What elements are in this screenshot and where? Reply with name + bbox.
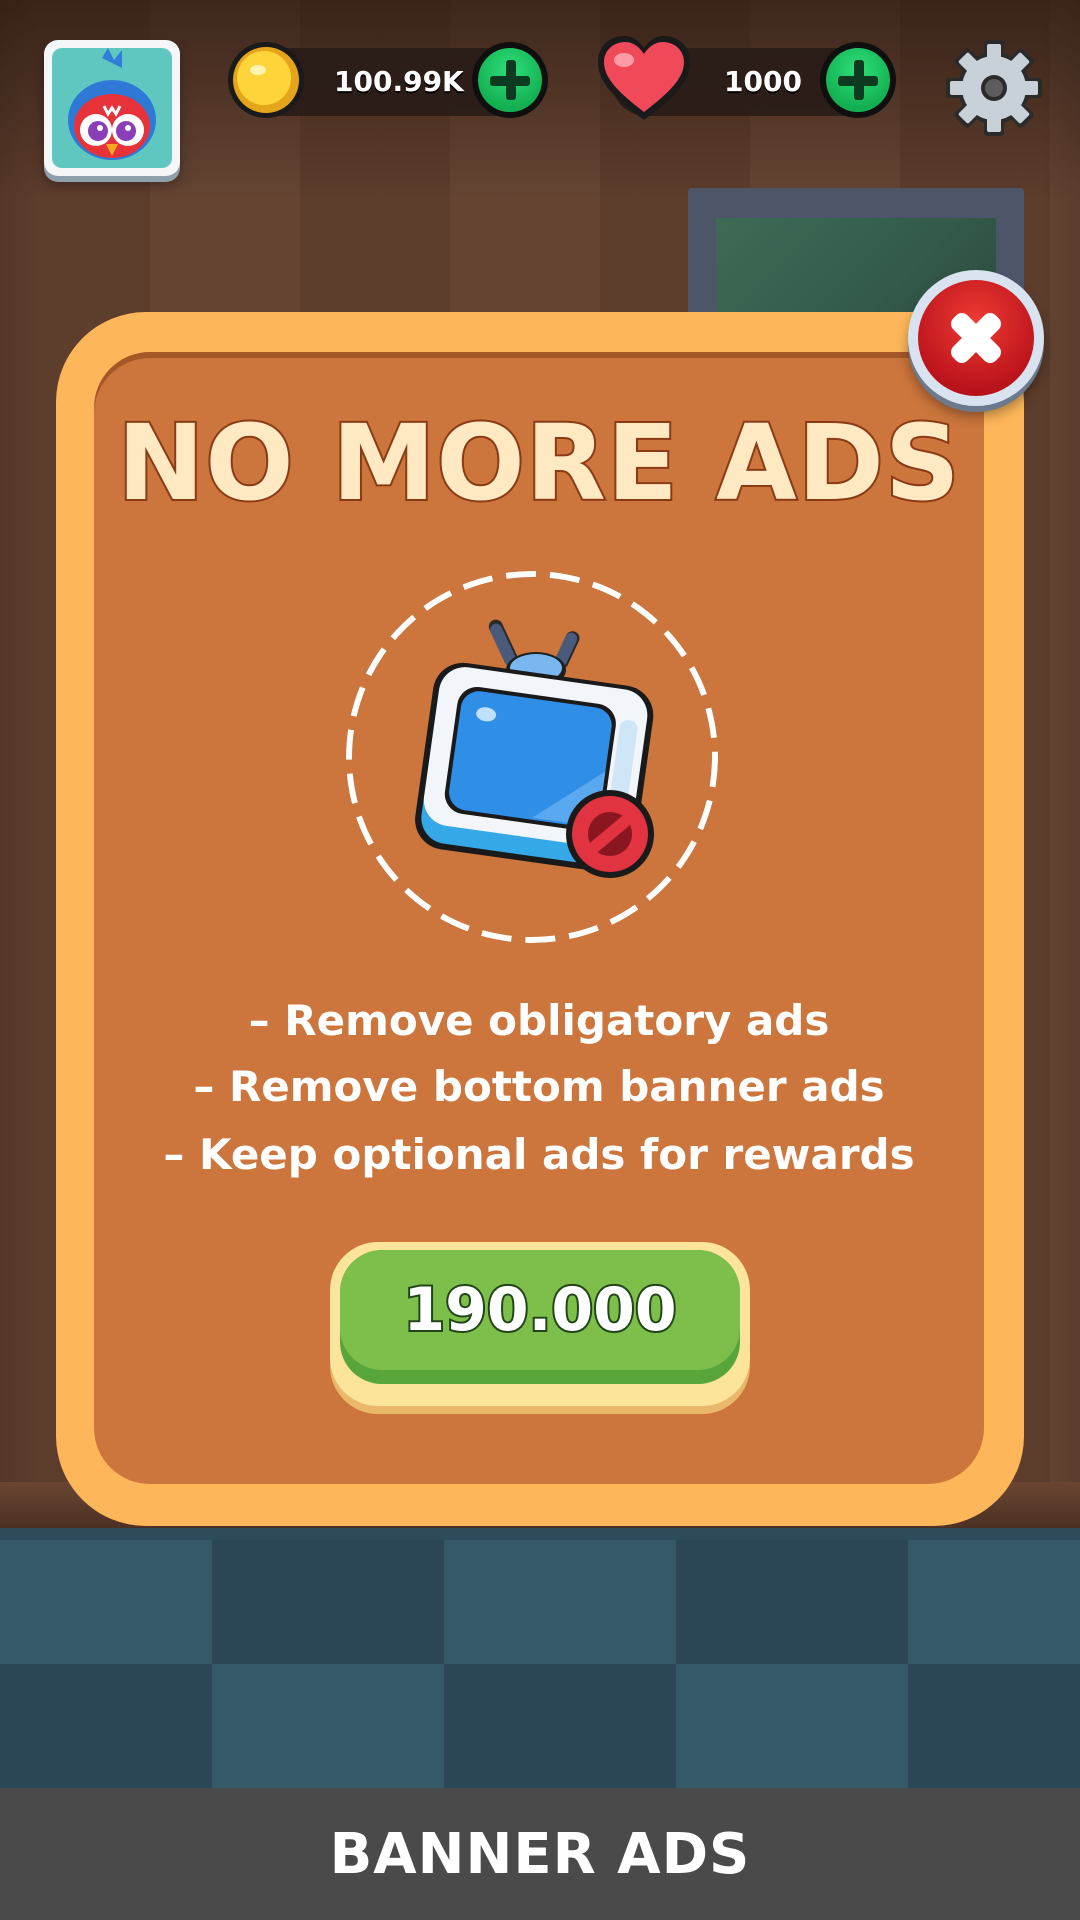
plus-icon <box>826 48 890 112</box>
close-icon <box>951 313 1001 363</box>
coins-value: 100.99K <box>334 65 464 98</box>
player-avatar-button[interactable] <box>44 40 180 176</box>
heart-icon <box>598 36 690 120</box>
plus-icon <box>478 48 542 112</box>
buy-price-button-face: 190.000 <box>340 1250 740 1384</box>
gear-icon[interactable] <box>944 38 1044 138</box>
close-button[interactable] <box>908 270 1044 406</box>
no-ads-tv-icon <box>415 619 654 878</box>
banner-ad-bar: BANNER ADS <box>0 1788 1080 1920</box>
coin-icon <box>228 42 304 118</box>
checkered-floor <box>0 1528 1080 1788</box>
buy-price-button-top: 190.000 <box>340 1250 740 1370</box>
perk-item: – Remove bottom banner ads <box>193 1062 885 1111</box>
banner-ads-label: BANNER ADS <box>329 1821 751 1887</box>
add-lives-button[interactable] <box>820 42 896 118</box>
close-button-face <box>918 280 1034 396</box>
lives-value: 1000 <box>724 65 802 98</box>
add-coins-button[interactable] <box>472 42 548 118</box>
buy-price-button[interactable]: 190.000 <box>330 1242 750 1406</box>
bird-avatar-icon <box>52 48 172 168</box>
price-label: 190.000 <box>401 1273 678 1347</box>
perk-item: – Keep optional ads for rewards <box>163 1130 915 1179</box>
perk-item: – Remove obligatory ads <box>248 996 830 1045</box>
popup-title: NO MORE ADS <box>115 400 962 526</box>
